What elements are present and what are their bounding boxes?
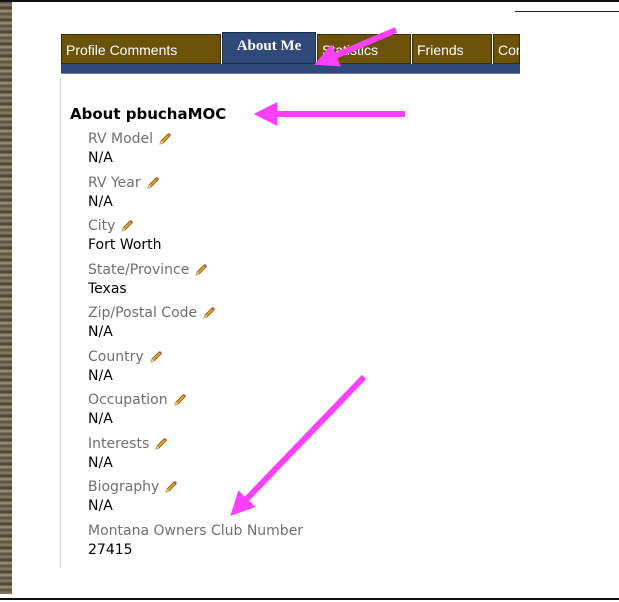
arrow-annotation (230, 374, 367, 516)
annotation-arrows (230, 27, 405, 516)
arrow-annotation (314, 27, 398, 67)
bottom-border-line (0, 598, 619, 600)
